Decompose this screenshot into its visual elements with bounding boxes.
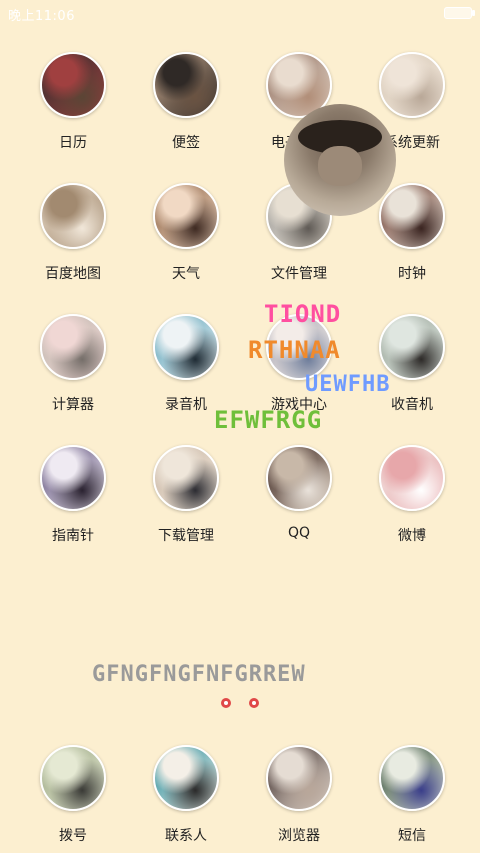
compass-icon bbox=[40, 445, 106, 511]
download-icon bbox=[153, 445, 219, 511]
weather-icon bbox=[153, 183, 219, 249]
system-update-icon bbox=[379, 52, 445, 118]
calculator-icon bbox=[40, 314, 106, 380]
app-label: QQ bbox=[287, 525, 311, 541]
page-dot-1[interactable] bbox=[221, 698, 231, 708]
weibo-icon bbox=[379, 445, 445, 511]
app-label: 下载管理 bbox=[158, 528, 214, 544]
app-label: 浏览器 bbox=[278, 828, 320, 844]
deco-text-green: EFWFRGG bbox=[214, 406, 323, 434]
app-label: 拨号 bbox=[59, 828, 87, 844]
app-label: 联系人 bbox=[165, 828, 207, 844]
calendar-icon bbox=[40, 52, 106, 118]
app-label: 短信 bbox=[398, 828, 426, 844]
app-label: 天气 bbox=[172, 266, 200, 282]
sms-icon bbox=[379, 745, 445, 811]
status-bar: 晚上11:06 bbox=[0, 0, 480, 26]
map-icon bbox=[40, 183, 106, 249]
app-label: 计算器 bbox=[52, 397, 94, 413]
page-dot-2[interactable] bbox=[249, 698, 259, 708]
battery-icon bbox=[444, 7, 475, 19]
deco-text-orange: RTHNAA bbox=[248, 336, 341, 364]
deco-text-blue: UEWFHB bbox=[305, 372, 391, 397]
status-time: 晚上11:06 bbox=[8, 9, 75, 24]
app-label: 微博 bbox=[398, 528, 426, 544]
phone-icon bbox=[40, 745, 106, 811]
app-label: 文件管理 bbox=[271, 266, 327, 282]
browser-icon bbox=[266, 745, 332, 811]
app-label: 指南针 bbox=[52, 528, 94, 544]
app-label: 收音机 bbox=[391, 397, 433, 413]
face-shape bbox=[318, 146, 362, 186]
deco-text-pink: TIOND bbox=[264, 300, 342, 328]
page-indicator[interactable] bbox=[218, 697, 262, 711]
app-label: 日历 bbox=[59, 135, 87, 151]
recorder-icon bbox=[153, 314, 219, 380]
app-label: 时钟 bbox=[398, 266, 426, 282]
deco-text-grey: GFNGFNGFNFGRREW bbox=[92, 662, 306, 687]
qq-icon bbox=[266, 445, 332, 511]
app-label: 便签 bbox=[172, 135, 200, 151]
radio-icon bbox=[379, 314, 445, 380]
app-label: 百度地图 bbox=[45, 266, 101, 282]
clock-icon bbox=[379, 183, 445, 249]
notes-icon bbox=[153, 52, 219, 118]
floating-photo-widget[interactable] bbox=[284, 104, 396, 216]
contacts-icon bbox=[153, 745, 219, 811]
